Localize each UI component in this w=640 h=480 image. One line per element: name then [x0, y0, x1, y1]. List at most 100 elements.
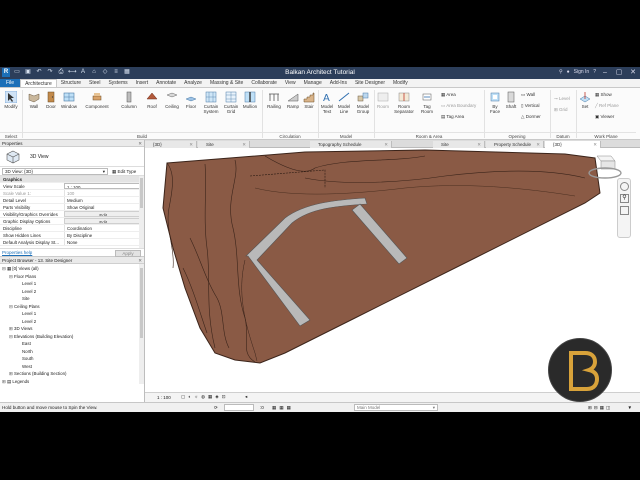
user-icon[interactable]: ● [567, 69, 570, 75]
design-option-select[interactable]: Main Model ▾ [354, 404, 438, 411]
view-scale[interactable]: 1 : 100 [157, 395, 171, 400]
minimize-button[interactable]: – [600, 69, 610, 76]
component-button[interactable]: Component [82, 91, 112, 109]
railing-button[interactable]: Railing [265, 91, 283, 109]
area-boundary-button[interactable]: ▭ Area Boundary [441, 103, 476, 109]
zoom-region-icon[interactable] [620, 206, 629, 215]
tree-item[interactable]: ⊟Ceiling Plans [0, 303, 144, 311]
selection-filter-icons[interactable]: ⊞⊟▦◫ [588, 403, 612, 412]
close-icon[interactable]: ✕ [536, 141, 540, 148]
workset-field[interactable] [224, 404, 254, 411]
instance-selector[interactable]: 3D View: {3D} ▾ [2, 168, 108, 175]
ref-plane-button[interactable]: ╱ Ref Plane [595, 103, 619, 109]
model-text-button[interactable]: A Model Text [320, 91, 334, 114]
help-icon[interactable]: ? [593, 69, 596, 75]
scroll-thumb[interactable] [140, 268, 143, 338]
browser-scrollbar[interactable] [139, 264, 144, 384]
tree-item[interactable]: ⊟Floor Plans [0, 273, 144, 281]
room-button[interactable]: Room [376, 91, 390, 109]
property-row[interactable]: View Scale 1 : 100 [0, 183, 144, 190]
tab-steel[interactable]: Steel [85, 79, 104, 87]
tree-item[interactable]: West [0, 363, 144, 371]
property-row[interactable]: Graphic Display Options Edit... [0, 218, 144, 225]
close-icon[interactable]: ✕ [138, 140, 142, 147]
floor-button[interactable]: Floor [183, 91, 199, 109]
room-area-group-label[interactable]: Room & Area [374, 132, 484, 139]
vg-edit-button[interactable]: Edit... [64, 211, 144, 217]
wall-opening-button[interactable]: ▭ Wall [521, 92, 535, 98]
view-control-icons[interactable]: ▢◐☼◍▦◈⊡ [181, 394, 229, 400]
tab-manage[interactable]: Manage [300, 79, 326, 87]
modify-button[interactable]: Modify [2, 91, 20, 109]
ramp-button[interactable]: Ramp [285, 91, 301, 109]
view-tab[interactable]: Property Schedule ✕ [486, 141, 544, 148]
property-row[interactable]: Discipline Coordination [0, 225, 144, 232]
curtain-system-button[interactable]: Curtain System [201, 91, 221, 114]
roof-button[interactable]: Roof [145, 91, 159, 109]
steering-wheel-icon[interactable] [620, 182, 629, 191]
tab-structure[interactable]: Structure [57, 79, 85, 87]
select-group-label[interactable]: Select [0, 132, 22, 139]
area-button[interactable]: ▦ Area [441, 92, 456, 98]
window-button[interactable]: Window [59, 91, 79, 109]
tree-item[interactable]: Level 2 [0, 288, 144, 296]
close-icon[interactable]: ✕ [189, 141, 193, 148]
tab-analyze[interactable]: Analyze [180, 79, 206, 87]
sync-icon[interactable]: ⟳ [214, 403, 218, 412]
tab-massing-site[interactable]: Massing & Site [206, 79, 247, 87]
zoom-icon[interactable]: ⚲ [620, 194, 629, 203]
edit-type-button[interactable]: ▦ Edit Type [112, 168, 136, 175]
filter-icon[interactable]: ▼ [627, 403, 632, 412]
apply-button[interactable]: Apply [115, 250, 141, 257]
tree-item[interactable]: ⊞▤ Legends [0, 378, 144, 385]
tag-room-button[interactable]: Tag Room [418, 91, 436, 114]
view-tab-active[interactable]: {3D} ✕ [545, 141, 601, 148]
tree-item[interactable]: ⊟▦ [0] Views (all) [0, 265, 144, 273]
tab-view[interactable]: View [281, 79, 300, 87]
tree-item[interactable]: Level 1 [0, 310, 144, 318]
gdo-edit-button[interactable]: Edit... [64, 218, 144, 224]
ceiling-button[interactable]: Ceiling [162, 91, 182, 109]
properties-help-link[interactable]: Properties help [2, 250, 32, 255]
by-face-button[interactable]: By Face [487, 91, 503, 114]
view-tab[interactable]: {3D} ✕ [145, 141, 197, 148]
search-icon[interactable]: ⚲ [559, 69, 563, 75]
scroll-left-icon[interactable]: ◂ [245, 394, 247, 400]
tree-item[interactable]: ⊞3D Views [0, 325, 144, 333]
tab-architecture[interactable]: Architecture [20, 79, 57, 87]
tree-item[interactable]: Level 2 [0, 318, 144, 326]
property-row[interactable]: Parts Visibility Show Original [0, 204, 144, 211]
grid-button[interactable]: ⊞ Grid [554, 107, 568, 113]
room-separator-button[interactable]: Room Separator [392, 91, 416, 114]
scroll-thumb[interactable] [140, 178, 143, 208]
tab-add-ins[interactable]: Add-Ins [326, 79, 351, 87]
stair-button[interactable]: Stair [302, 91, 316, 109]
property-row[interactable]: Detail Level Medium [0, 197, 144, 204]
sign-in-link[interactable]: Sign In [574, 69, 590, 75]
tab-file[interactable]: File [0, 79, 21, 87]
tree-item[interactable]: South [0, 355, 144, 363]
tab-systems[interactable]: Systems [104, 79, 131, 87]
viewer-button[interactable]: ▣ Viewer [595, 114, 614, 120]
graphics-section[interactable]: Graphics [0, 176, 144, 183]
view-tab[interactable]: Site ✕ [198, 141, 250, 148]
tag-area-button[interactable]: ▤ Tag Area [441, 114, 464, 120]
show-workplane-button[interactable]: ▦ Show [595, 92, 612, 98]
column-button[interactable]: Column [118, 91, 140, 109]
tab-collaborate[interactable]: Collaborate [247, 79, 281, 87]
filter-icons[interactable]: ▦▦▦ [272, 403, 294, 412]
door-button[interactable]: Door [44, 91, 58, 109]
level-button[interactable]: ⊸ Level [554, 96, 570, 102]
tab-modify[interactable]: Modify [389, 79, 412, 87]
type-selector[interactable]: 3D View [0, 147, 144, 167]
tree-item[interactable]: Site [0, 295, 144, 303]
shaft-button[interactable]: Shaft [504, 91, 518, 109]
model-line-button[interactable]: Model Line [336, 91, 352, 114]
set-workplane-button[interactable]: Set [578, 91, 592, 109]
mullion-button[interactable]: Mullion [240, 91, 260, 109]
tree-item[interactable]: ⊞Sections (Building Section) [0, 370, 144, 378]
property-row[interactable]: Default Analysis Display St... None [0, 239, 144, 246]
dormer-button[interactable]: △ Dormer [521, 114, 541, 120]
tree-item[interactable]: ⊟Elevations (Building Elevation) [0, 333, 144, 341]
tab-insert[interactable]: Insert [132, 79, 153, 87]
